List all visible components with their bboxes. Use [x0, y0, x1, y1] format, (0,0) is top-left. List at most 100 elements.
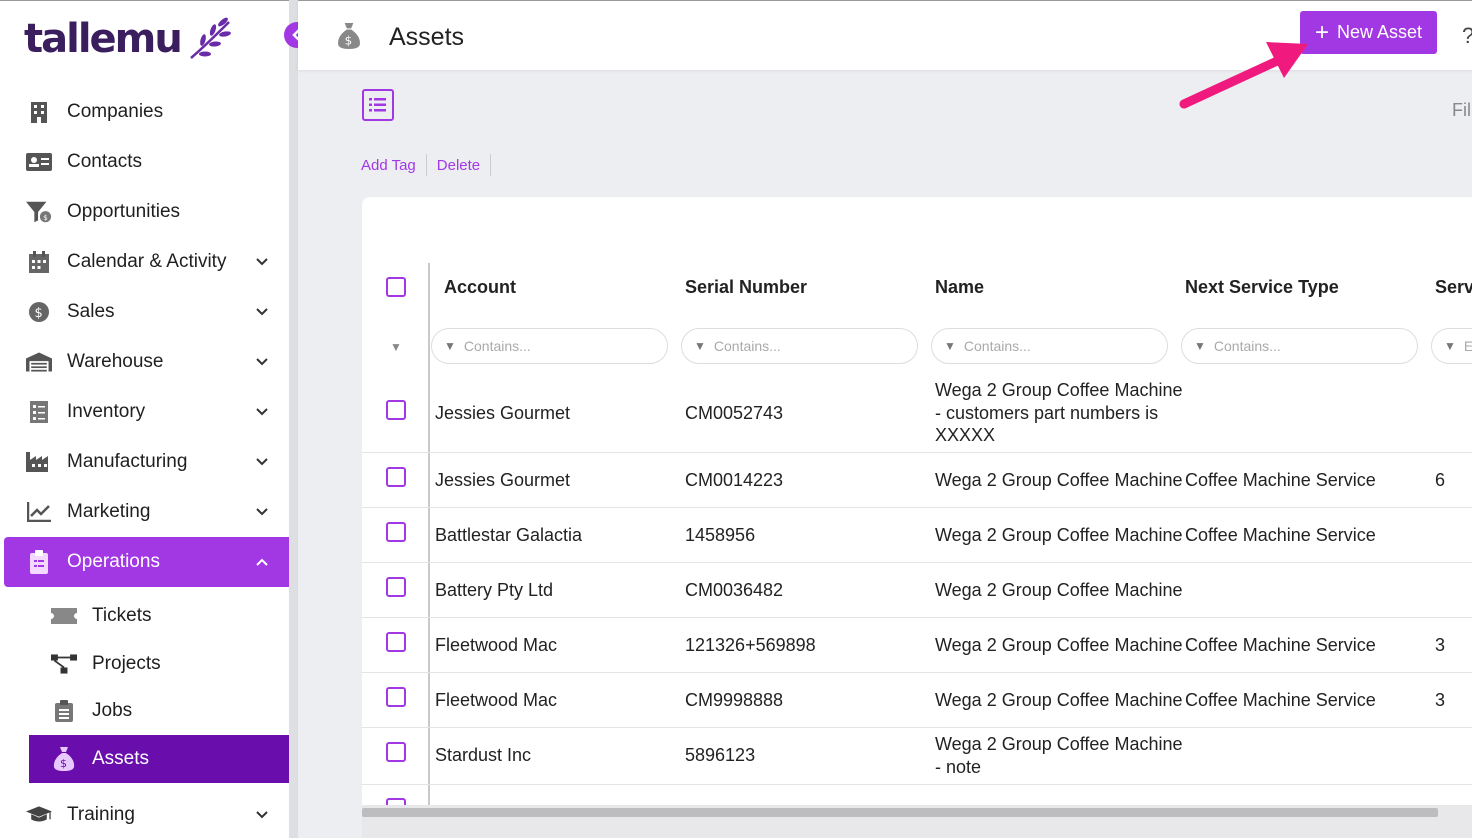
- cell-next-service-type: Coffee Machine Service: [1185, 635, 1376, 655]
- cell-name-line: Wega 2 Group Coffee Machine: [935, 580, 1183, 600]
- sidebar-divider: [289, 0, 298, 838]
- column-header-serial-number[interactable]: Serial Number: [685, 277, 807, 298]
- sidebar-item-opportunities[interactable]: $ Opportunities: [0, 187, 289, 237]
- help-icon[interactable]: ?: [1462, 23, 1472, 49]
- row-divider: [362, 562, 1472, 563]
- sidebar-subitem-tickets[interactable]: Tickets: [29, 592, 292, 640]
- app-logo[interactable]: tallemu: [24, 11, 233, 67]
- page-title: Assets: [389, 23, 465, 51]
- row-checkbox[interactable]: [386, 742, 406, 762]
- sidebar-item-label: Calendar & Activity: [67, 251, 227, 272]
- chevron-up-icon[interactable]: [254, 554, 270, 570]
- logo-text: tallemu: [24, 16, 183, 62]
- filter-input-serv[interactable]: ▼ E: [1431, 328, 1472, 364]
- cell-serial-number: CM0014223: [685, 470, 784, 490]
- row-checkbox[interactable]: [386, 467, 406, 487]
- cell-name-line: Wega 2 Group Coffee Machine: [935, 470, 1183, 490]
- sidebar-item-training[interactable]: Training: [0, 790, 289, 838]
- sidebar-item-marketing[interactable]: Marketing: [0, 487, 289, 537]
- row-checkbox[interactable]: [386, 577, 406, 597]
- svg-text:$: $: [43, 213, 48, 222]
- filter-input-name[interactable]: ▼ Contains...: [931, 328, 1168, 364]
- row-checkbox[interactable]: [386, 522, 406, 542]
- cell-next-service-type: Coffee Machine Service: [1185, 470, 1376, 490]
- filter-icon: ▼: [944, 339, 956, 353]
- cell-name-line: Wega 2 Group Coffee Machine: [935, 380, 1183, 400]
- cell-name-line: XXXXX: [935, 425, 996, 445]
- chevron-down-icon[interactable]: [254, 807, 270, 823]
- column-divider: [428, 263, 430, 838]
- sidebar-item-label: Marketing: [67, 501, 151, 522]
- add-tag-link[interactable]: Add Tag: [361, 157, 426, 174]
- clipboard-icon: [26, 550, 52, 574]
- cell-account: Fleetwood Mac: [435, 690, 558, 710]
- cell-account: Stardust Inc: [435, 745, 532, 765]
- cell-name-line: - note: [935, 757, 982, 777]
- list-view-icon[interactable]: [362, 89, 394, 121]
- cell-account: Jessies Gourmet: [435, 403, 571, 423]
- column-header-serv[interactable]: Serv: [1435, 277, 1472, 298]
- checklist-icon: [26, 400, 52, 424]
- row-checkbox[interactable]: [386, 632, 406, 652]
- cell-serv: 6: [1435, 470, 1446, 490]
- sidebar-subitem-assets[interactable]: $ Assets: [29, 735, 292, 783]
- sidebar-item-warehouse[interactable]: Warehouse: [0, 337, 289, 387]
- chevron-down-icon[interactable]: [254, 254, 270, 270]
- sidebar-item-calendar-activity[interactable]: Calendar & Activity: [0, 237, 289, 287]
- chevron-down-icon[interactable]: [254, 304, 270, 320]
- sidebar-item-label: Inventory: [67, 401, 146, 422]
- clipboard-list-icon: [51, 699, 77, 723]
- action-divider: [425, 154, 427, 176]
- sidebar-item-operations[interactable]: Operations: [4, 537, 292, 587]
- select-all-checkbox[interactable]: [386, 277, 406, 297]
- filter-placeholder: Contains...: [1213, 338, 1281, 354]
- sidebar-item-sales[interactable]: $ Sales: [0, 287, 289, 337]
- filter-input-account[interactable]: ▼ Contains...: [431, 328, 668, 364]
- sidebar-item-companies[interactable]: Companies: [0, 87, 289, 137]
- row-divider: [362, 507, 1472, 508]
- filter-icon: ▼: [444, 339, 456, 353]
- chevron-down-icon[interactable]: [254, 504, 270, 520]
- horizontal-scrollbar[interactable]: [362, 805, 1472, 838]
- row-divider: [362, 617, 1472, 618]
- chevron-down-icon[interactable]: [254, 454, 270, 470]
- row-divider: [362, 784, 1472, 785]
- sidebar-item-label: Warehouse: [67, 351, 164, 372]
- row-checkbox[interactable]: [386, 400, 406, 420]
- column-header-name[interactable]: Name: [935, 277, 984, 298]
- cell-serial-number: 1458956: [685, 525, 756, 545]
- factory-icon: [26, 450, 52, 474]
- leaf-logo-icon: [190, 17, 231, 59]
- cell-name-line: - customers part numbers is: [935, 403, 1159, 423]
- delete-link[interactable]: Delete: [437, 157, 490, 174]
- column-header-account[interactable]: Account: [444, 277, 516, 298]
- chevron-down-icon[interactable]: [254, 404, 270, 420]
- cell-account: Fleetwood Mac: [435, 635, 558, 655]
- filter-placeholder: Contains...: [963, 338, 1031, 354]
- cell-serial-number: CM0052743: [685, 403, 784, 423]
- chevron-down-icon[interactable]: [254, 354, 270, 370]
- cell-name-line: Wega 2 Group Coffee Machine: [935, 525, 1183, 545]
- row-checkbox[interactable]: [386, 687, 406, 707]
- sidebar-item-label: Assets: [92, 748, 150, 769]
- column-header-next-service-type[interactable]: Next Service Type: [1185, 277, 1339, 298]
- cell-serv: 3: [1435, 635, 1446, 655]
- id-card-icon: [26, 150, 52, 174]
- cell-next-service-type: Coffee Machine Service: [1185, 690, 1376, 710]
- sidebar-item-contacts[interactable]: Contacts: [0, 137, 289, 187]
- filter-input-next-service-type[interactable]: ▼ Contains...: [1181, 328, 1418, 364]
- cell-next-service-type: Coffee Machine Service: [1185, 525, 1376, 545]
- chart-line-icon: [26, 500, 52, 524]
- sidebar-subitem-projects[interactable]: Projects: [29, 640, 292, 688]
- sidebar-subitem-jobs[interactable]: Jobs: [29, 687, 292, 735]
- cell-name-line: Wega 2 Group Coffee Machine: [935, 734, 1183, 754]
- sidebar-item-label: Operations: [67, 551, 160, 572]
- new-asset-button[interactable]: + New Asset: [1300, 11, 1437, 54]
- cell-serial-number: 121326+569898: [685, 635, 816, 655]
- sidebar-item-manufacturing[interactable]: Manufacturing: [0, 437, 289, 487]
- scrollbar-thumb[interactable]: [362, 808, 1438, 817]
- assets-table: Account Serial Number Name Next Service …: [362, 197, 1472, 838]
- sidebar-item-inventory[interactable]: Inventory: [0, 387, 289, 437]
- filter-label[interactable]: Fil: [1452, 100, 1471, 121]
- filter-input-serial-number[interactable]: ▼ Contains...: [681, 328, 918, 364]
